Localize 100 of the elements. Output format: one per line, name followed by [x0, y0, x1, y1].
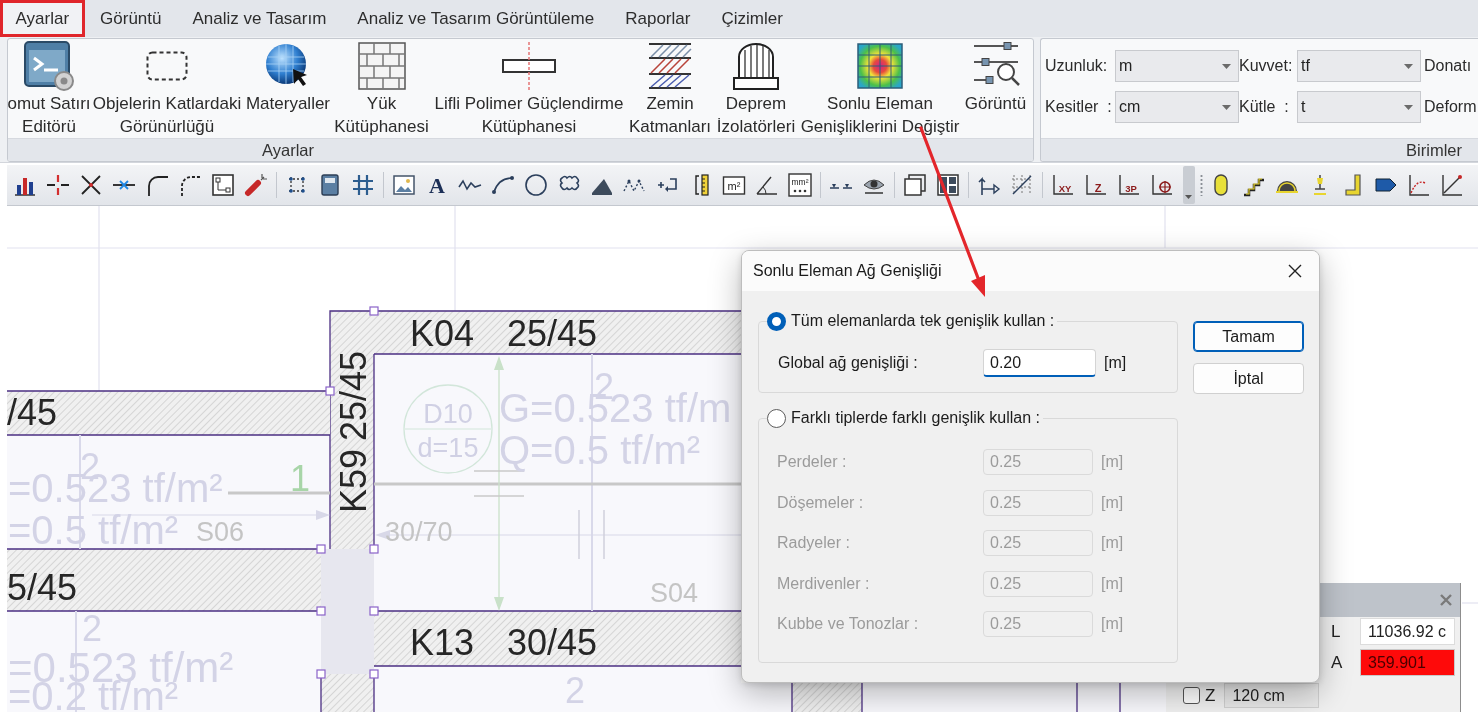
toolbar-grip[interactable] — [1199, 174, 1203, 196]
ribbon-button[interactable]: Objelerin Katlardaki Görünürlüğü — [90, 40, 244, 138]
dashed-rectangle-icon — [146, 51, 188, 81]
caret-icon — [1222, 104, 1231, 110]
value-label: L — [1330, 620, 1342, 643]
selection-handle[interactable] — [316, 606, 326, 616]
copy-square-icon[interactable] — [902, 173, 927, 197]
ribbon-button[interactable]: Deprem İzolatörleri — [713, 40, 799, 138]
frame-nodes-icon[interactable] — [210, 173, 235, 197]
image-icon[interactable] — [391, 173, 416, 197]
close-icon — [1440, 594, 1452, 606]
beam-section-icon — [501, 42, 557, 90]
selection-handle[interactable] — [369, 669, 379, 679]
menu-tab[interactable]: Analiz ve Tasarım — [177, 0, 342, 37]
checkbox[interactable] — [1183, 687, 1200, 704]
ribbon-button[interactable]: omut Satırı Editörü — [8, 40, 90, 138]
unit-label: Kuvvet: — [1239, 56, 1293, 76]
grid-icon[interactable] — [350, 173, 375, 197]
selection-handle[interactable] — [316, 544, 326, 554]
field-label: Global ağ genişliği : — [778, 353, 919, 373]
slab-label: S04 — [650, 578, 699, 608]
menu-tab[interactable]: Ayarlar — [0, 0, 85, 37]
ribbon-button[interactable]: Materyaller — [244, 40, 332, 138]
menu-tab[interactable]: Raporlar — [609, 0, 706, 37]
value-field: 11036.92 c — [1360, 618, 1455, 645]
beam-label: K13 — [410, 622, 475, 663]
ribbon-button[interactable]: Zemin Katmanları — [627, 40, 713, 138]
field-label: Perdeler : — [777, 452, 848, 472]
axes-target-icon[interactable] — [1149, 173, 1174, 197]
unit-label: Kütle : — [1239, 97, 1289, 117]
beam-label: K59 — [333, 448, 374, 513]
radio-label[interactable]: Farklı tiplerde farklı genişlik kullan : — [791, 408, 1040, 428]
slab-label: S06 — [196, 517, 245, 547]
unit-select[interactable]: cm — [1115, 91, 1239, 123]
area-icon[interactable]: m² — [721, 173, 746, 197]
selection-handle[interactable] — [369, 606, 379, 616]
selection-handle[interactable] — [369, 544, 379, 554]
menu-tab[interactable]: Görüntü — [84, 0, 177, 37]
point-icon[interactable] — [45, 173, 70, 197]
dashed-grid-icon[interactable] — [1009, 173, 1034, 197]
arc-icon[interactable] — [490, 173, 515, 197]
unit-label: Deform — [1424, 97, 1477, 117]
dialog-button[interactable]: Tamam — [1193, 321, 1304, 352]
column-dome-icon — [733, 42, 779, 90]
wall-edge-line — [1076, 682, 1078, 712]
field-label: Döşemeler : — [777, 492, 865, 513]
dimension-label: 30/70 — [385, 517, 453, 547]
unit-label: [m] — [1101, 533, 1124, 553]
group-label: Ayarlar — [8, 138, 1033, 161]
dialog-button[interactable]: İptal — [1193, 363, 1304, 394]
ribbon-button[interactable]: Görüntü — [961, 40, 1030, 138]
unit-select[interactable]: tf — [1297, 50, 1421, 82]
brick-wall-icon — [357, 42, 406, 90]
unit-label: [m] — [1101, 492, 1124, 513]
ribbon-button[interactable]: Lifli Polimer Güçlendirme Kütüphanesi — [431, 40, 627, 138]
wall-edge-line — [1119, 682, 1121, 712]
direction-mark: 1 — [290, 458, 311, 499]
unit-label: Uzunluk: — [1045, 56, 1108, 76]
intersection-icon[interactable] — [78, 173, 103, 197]
unit-select[interactable]: m — [1115, 50, 1239, 82]
caret-icon — [1404, 104, 1413, 110]
unit-label: [m] — [1101, 614, 1124, 634]
unit-label: [m] — [1101, 573, 1124, 594]
unit-label: Kesitler : — [1045, 97, 1112, 117]
menu-tab[interactable]: Analiz ve Tasarım Görüntüleme — [341, 0, 610, 37]
menu-tab[interactable]: Çizimler — [705, 0, 799, 37]
section-label: 25/45 — [333, 350, 374, 441]
field-label: Merdivenler : — [777, 573, 871, 594]
toolbar-overflow-button[interactable] — [1182, 166, 1195, 204]
area-grid-icon[interactable]: mm² — [787, 173, 812, 197]
ribbon-button[interactable]: Sonlu Eleman Genişliklerini Değiştir — [799, 40, 961, 138]
selection-handle[interactable] — [316, 669, 326, 679]
soil-layers-icon — [647, 42, 693, 90]
value-label: A — [1330, 651, 1344, 674]
selection-handle[interactable] — [369, 306, 379, 316]
section-label: /45 — [7, 392, 58, 433]
value-field: 359.901 — [1360, 649, 1455, 676]
radio-button[interactable] — [767, 408, 786, 428]
width-field[interactable]: 0.20 — [983, 349, 1096, 377]
unit-select[interactable]: t — [1297, 91, 1421, 123]
circle-icon[interactable] — [523, 173, 548, 197]
beam-label: K04 — [410, 313, 475, 354]
selection-handle[interactable] — [325, 386, 335, 396]
line-chart-icon[interactable] — [1439, 173, 1464, 197]
value-field[interactable]: 120 cm — [1224, 683, 1320, 708]
curve-chart-icon[interactable] — [1406, 173, 1431, 197]
unit-label: [m] — [1101, 452, 1124, 472]
text-tool-icon[interactable]: A — [424, 173, 449, 197]
radio-button[interactable] — [767, 311, 786, 331]
caret-icon — [1185, 195, 1192, 199]
close-button[interactable] — [1288, 264, 1302, 278]
radio-label[interactable]: Tüm elemanlarda tek genişlik kullan : — [791, 311, 1055, 331]
section-label: 25/45 — [507, 313, 598, 354]
dynamite-icon[interactable] — [243, 173, 268, 197]
caret-icon — [1222, 63, 1231, 69]
section-label: 30/45 — [507, 622, 598, 663]
ribbon-button[interactable]: Yük Kütüphanesi — [332, 40, 431, 138]
caret-icon — [1404, 63, 1413, 69]
field-label: Radyeler : — [777, 533, 851, 553]
mesh-heatmap-icon — [857, 43, 903, 89]
